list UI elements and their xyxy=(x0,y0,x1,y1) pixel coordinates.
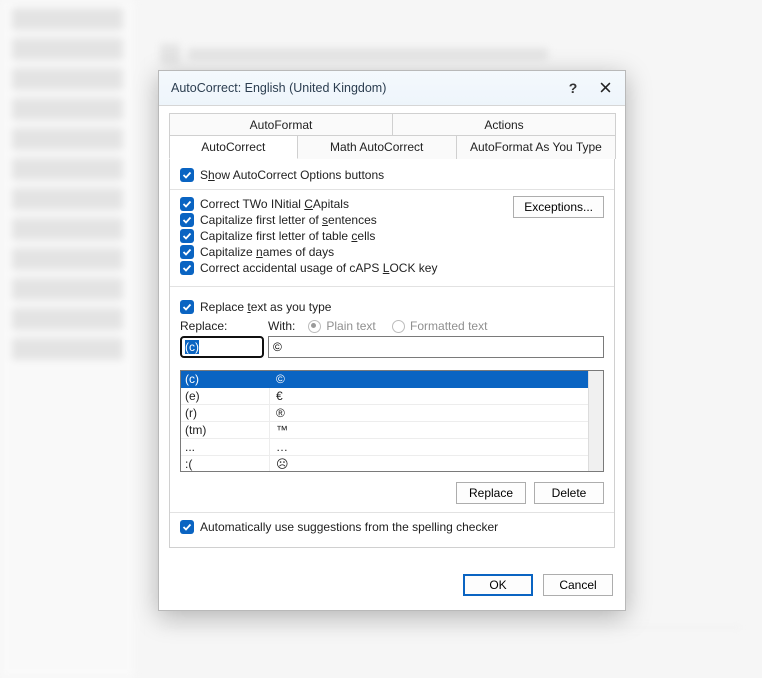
show-options-checkbox[interactable]: Show AutoCorrect Options buttons xyxy=(180,167,604,183)
tab-autoformat[interactable]: AutoFormat xyxy=(169,113,393,136)
checkmark-icon xyxy=(180,245,194,259)
capitalize-sentences-label: Capitalize first letter of sentences xyxy=(200,213,377,227)
list-item[interactable]: (r) ® xyxy=(181,405,589,422)
replace-input[interactable] xyxy=(180,336,264,358)
list-item[interactable]: (tm) ™ xyxy=(181,422,589,439)
checkmark-icon xyxy=(180,520,194,534)
autocorrect-panel: Show AutoCorrect Options buttons Excepti… xyxy=(169,159,615,548)
replacements-list[interactable]: (c) © (e) € (r) ® (tm) ™ xyxy=(180,370,604,472)
correct-two-caps-label: Correct TWo INitial CApitals xyxy=(200,197,349,211)
checkmark-icon xyxy=(180,300,194,314)
formatted-text-radio: Formatted text xyxy=(392,319,498,333)
close-button[interactable] xyxy=(589,75,621,101)
with-header: With: xyxy=(268,319,302,333)
help-button[interactable]: ? xyxy=(557,75,589,101)
list-item[interactable]: :( ☹ xyxy=(181,456,589,472)
delete-button[interactable]: Delete xyxy=(534,482,604,504)
scrollbar[interactable] xyxy=(588,371,603,471)
tab-actions[interactable]: Actions xyxy=(392,113,616,136)
capitalize-days-label: Capitalize names of days xyxy=(200,245,334,259)
exceptions-button[interactable]: Exceptions... xyxy=(513,196,604,218)
auto-suggestions-label: Automatically use suggestions from the s… xyxy=(200,520,498,534)
show-options-label: Show AutoCorrect Options buttons xyxy=(200,168,384,182)
auto-suggestions-checkbox[interactable]: Automatically use suggestions from the s… xyxy=(180,519,604,535)
close-icon xyxy=(600,80,611,96)
replace-as-you-type-label: Replace text as you type xyxy=(200,300,331,314)
capitalize-days-checkbox[interactable]: Capitalize names of days xyxy=(180,244,604,260)
caps-lock-label: Correct accidental usage of cAPS LOCK ke… xyxy=(200,261,437,275)
caps-lock-checkbox[interactable]: Correct accidental usage of cAPS LOCK ke… xyxy=(180,260,604,276)
list-item[interactable]: ... … xyxy=(181,439,589,456)
tabstrip: AutoFormat Actions AutoCorrect Math Auto… xyxy=(169,112,615,159)
list-item[interactable]: (e) € xyxy=(181,388,589,405)
dialog-title: AutoCorrect: English (United Kingdom) xyxy=(171,81,557,95)
with-input[interactable] xyxy=(268,336,604,358)
replace-as-you-type-checkbox[interactable]: Replace text as you type xyxy=(180,299,604,315)
titlebar: AutoCorrect: English (United Kingdom) ? xyxy=(159,71,625,106)
plain-text-radio: Plain text xyxy=(308,319,386,333)
radio-icon xyxy=(392,320,405,333)
tab-autoformat-as-you-type[interactable]: AutoFormat As You Type xyxy=(456,135,616,159)
tab-math-autocorrect[interactable]: Math AutoCorrect xyxy=(297,135,457,159)
checkmark-icon xyxy=(180,168,194,182)
replace-button[interactable]: Replace xyxy=(456,482,526,504)
cancel-button[interactable]: Cancel xyxy=(543,574,613,596)
ok-button[interactable]: OK xyxy=(463,574,533,596)
autocorrect-dialog: AutoCorrect: English (United Kingdom) ? … xyxy=(158,70,626,611)
tab-autocorrect[interactable]: AutoCorrect xyxy=(169,135,298,159)
capitalize-cells-checkbox[interactable]: Capitalize first letter of table cells xyxy=(180,228,604,244)
list-item[interactable]: (c) © xyxy=(181,371,589,388)
radio-icon xyxy=(308,320,321,333)
replace-header: Replace: xyxy=(180,319,262,333)
capitalize-cells-label: Capitalize first letter of table cells xyxy=(200,229,375,243)
checkmark-icon xyxy=(180,261,194,275)
checkmark-icon xyxy=(180,213,194,227)
checkmark-icon xyxy=(180,197,194,211)
checkmark-icon xyxy=(180,229,194,243)
